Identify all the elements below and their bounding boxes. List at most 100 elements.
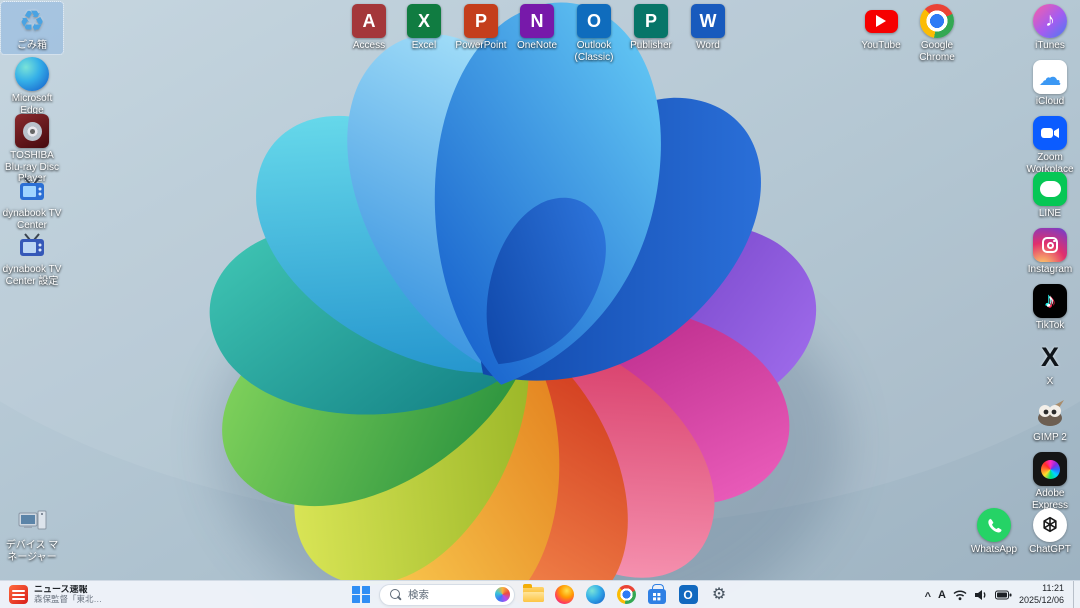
icon-label: TikTok: [1036, 320, 1065, 332]
taskbar-settings[interactable]: ⚙: [706, 583, 732, 607]
icon-label: GIMP 2: [1033, 432, 1067, 444]
icon-label: WhatsApp: [971, 544, 1017, 556]
taskbar-microsoft-store[interactable]: [644, 583, 670, 607]
taskbar-firefox[interactable]: [551, 583, 577, 607]
whatsapp-icon: [977, 508, 1011, 542]
desktop-icon-word[interactable]: W Word: [677, 2, 739, 54]
bluray-player-icon: [15, 114, 49, 148]
publisher-icon: P: [634, 4, 668, 38]
taskbar: ニュース速報 森保監督「東北… 検索 O ⚙ ^ A: [0, 580, 1080, 608]
device-manager-icon: [15, 504, 49, 538]
desktop-icon-access[interactable]: A Access: [338, 2, 400, 54]
desktop-icon-whatsapp[interactable]: WhatsApp: [963, 506, 1025, 558]
desktop-icon-itunes[interactable]: ♪ iTunes: [1019, 2, 1080, 54]
color-swirl-icon: [1041, 460, 1060, 479]
desktop-icon-dynabook-tv-center[interactable]: dynabook TV Center: [1, 170, 63, 233]
icon-label: YouTube: [861, 40, 900, 52]
desktop-icon-onenote[interactable]: N OneNote: [506, 2, 568, 54]
icon-label: X: [1047, 376, 1054, 388]
desktop-icon-microsoft-edge[interactable]: Microsoft Edge: [1, 55, 63, 118]
start-button[interactable]: [348, 583, 374, 607]
camera-icon: [1042, 237, 1058, 253]
icon-label: LINE: [1039, 208, 1061, 220]
recycle-bin-icon: ♻: [15, 4, 49, 38]
icon-label: iCloud: [1036, 96, 1064, 108]
folder-icon: [523, 587, 544, 602]
ime-indicator[interactable]: A: [938, 589, 946, 601]
disc-icon: [23, 122, 42, 141]
excel-icon: X: [407, 4, 441, 38]
itunes-icon: ♪: [1033, 4, 1067, 38]
search-highlights-icon: [495, 587, 510, 602]
icon-label: ChatGPT: [1029, 544, 1071, 556]
desktop-icon-device-manager[interactable]: デバイス マネージャー: [1, 502, 63, 565]
search-icon: [390, 589, 402, 601]
icon-label: PowerPoint: [455, 40, 506, 52]
desktop: ♻ ごみ箱 Microsoft Edge TOSHIBA Blu-ray Dis…: [0, 0, 1080, 580]
desktop-icon-tiktok[interactable]: ♪ TikTok: [1019, 282, 1080, 334]
desktop-icon-excel[interactable]: X Excel: [393, 2, 455, 54]
taskbar-google-chrome[interactable]: [613, 583, 639, 607]
icon-label: Outlook (Classic): [563, 40, 625, 63]
desktop-icon-recycle-bin[interactable]: ♻ ごみ箱: [1, 2, 63, 54]
tv-icon: [15, 172, 49, 206]
edge-icon: [15, 57, 49, 91]
windows-logo-icon: [352, 586, 370, 604]
taskbar-center: 検索 O ⚙: [348, 583, 732, 607]
icon-label: Publisher: [630, 40, 672, 52]
tray-time: 11:21: [1019, 583, 1064, 595]
powerpoint-icon: P: [464, 4, 498, 38]
desktop-icon-powerpoint[interactable]: P PowerPoint: [450, 2, 512, 54]
desktop-icon-icloud[interactable]: ☁ iCloud: [1019, 58, 1080, 110]
word-icon: W: [691, 4, 725, 38]
gear-icon: ⚙: [712, 587, 726, 603]
taskbar-outlook[interactable]: O: [675, 583, 701, 607]
taskbar-file-explorer[interactable]: [520, 583, 546, 607]
desktop-icon-line[interactable]: LINE: [1019, 170, 1080, 222]
show-desktop-button[interactable]: [1073, 581, 1076, 608]
desktop-icon-instagram[interactable]: Instagram: [1019, 226, 1080, 278]
icon-label: Word: [696, 40, 720, 52]
desktop-icon-google-chrome[interactable]: Google Chrome: [906, 2, 968, 65]
icon-label: Google Chrome: [906, 40, 968, 63]
icon-label: OneNote: [517, 40, 557, 52]
desktop-icon-adobe-express[interactable]: Adobe Express: [1019, 450, 1080, 513]
onenote-icon: N: [520, 4, 554, 38]
icon-label: iTunes: [1035, 40, 1065, 52]
icon-label: デバイス マネージャー: [1, 540, 63, 563]
youtube-icon: [864, 4, 898, 38]
line-icon: [1033, 172, 1067, 206]
desktop-icon-gimp[interactable]: GIMP 2: [1019, 394, 1080, 446]
tiktok-icon: ♪: [1033, 284, 1067, 318]
desktop-icon-youtube[interactable]: YouTube: [850, 2, 912, 54]
wifi-icon[interactable]: [953, 589, 967, 601]
desktop-icon-dynabook-tv-center-settings[interactable]: dynabook TV Center 設定: [1, 226, 63, 289]
icon-label: Instagram: [1028, 264, 1072, 276]
desktop-icon-publisher[interactable]: P Publisher: [620, 2, 682, 54]
outlook-icon: O: [577, 4, 611, 38]
tray-overflow-chevron[interactable]: ^: [925, 591, 931, 603]
widgets-button[interactable]: ニュース速報 森保監督「東北…: [5, 583, 106, 607]
widget-subline: 森保監督「東北…: [34, 595, 102, 604]
icon-label: Access: [353, 40, 385, 52]
instagram-icon: [1033, 228, 1067, 262]
edge-icon: [586, 585, 605, 604]
chatgpt-icon: [1033, 508, 1067, 542]
taskbar-microsoft-edge[interactable]: [582, 583, 608, 607]
news-widget-icon: [9, 585, 28, 604]
chrome-icon: [920, 4, 954, 38]
desktop-icon-chatgpt[interactable]: ChatGPT: [1019, 506, 1080, 558]
outlook-icon: O: [679, 585, 698, 604]
zoom-icon: [1033, 116, 1067, 150]
desktop-icon-zoom-workplace[interactable]: Zoom Workplace: [1019, 114, 1080, 177]
firefox-icon: [555, 585, 574, 604]
desktop-icon-x[interactable]: X X: [1019, 338, 1080, 390]
battery-icon[interactable]: [995, 590, 1012, 600]
icloud-icon: ☁: [1033, 60, 1067, 94]
play-icon: [865, 10, 898, 33]
taskbar-search[interactable]: 検索: [379, 584, 515, 606]
search-placeholder: 検索: [408, 587, 489, 602]
desktop-icon-outlook-classic[interactable]: O Outlook (Classic): [563, 2, 625, 65]
volume-icon[interactable]: [974, 589, 988, 601]
clock[interactable]: 11:21 2025/12/06: [1019, 583, 1064, 606]
